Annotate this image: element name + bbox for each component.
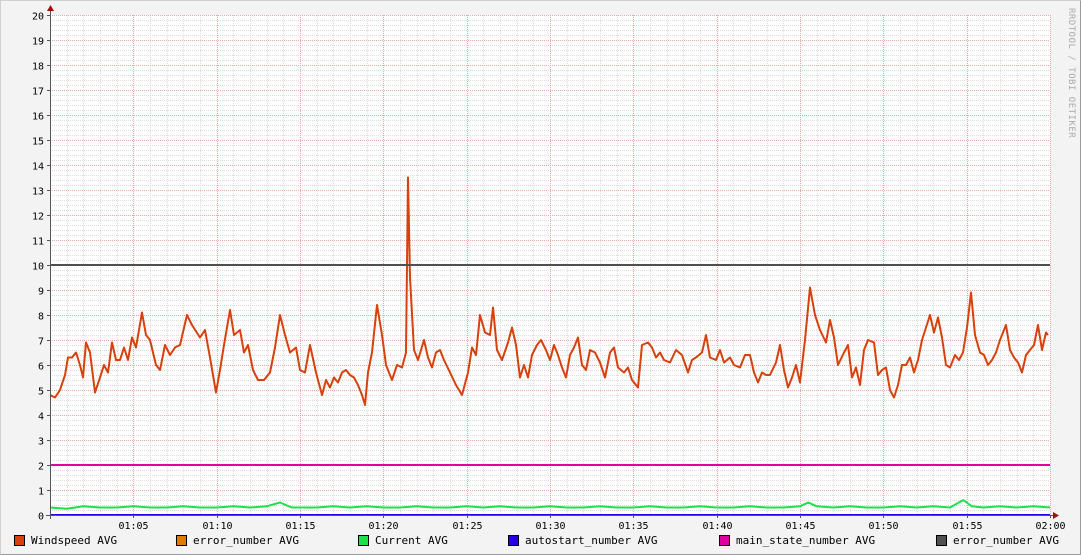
y-tick-label: 14 [32,162,44,173]
legend-label: Current AVG [375,534,448,547]
x-tick-label: 01:30 [535,521,565,532]
x-tick-label: 01:20 [368,521,398,532]
y-tick-label: 13 [32,187,44,198]
x-tick-label: 01:10 [202,521,232,532]
y-tick-label: 16 [32,112,44,123]
y-tick-label: 10 [32,262,44,273]
legend-swatch [719,535,730,546]
x-tick-label: 01:55 [952,521,982,532]
rrd-chart: 0123456789101112131415161718192001:05 01:… [32,5,1066,532]
y-tick-label: 11 [32,237,44,248]
legend-item: error_number AVG [176,534,299,547]
y-tick-label: 8 [38,312,44,323]
y-axis-arrow-icon [47,5,54,11]
legend-swatch [508,535,519,546]
y-tick-label: 15 [32,137,44,148]
y-tick-label: 6 [38,362,44,373]
x-tick-label: 02:00 [1035,521,1065,532]
y-tick-label: 9 [38,287,44,298]
legend-label: Windspeed AVG [31,534,118,547]
legend-label: error_number AVG [953,534,1059,547]
x-axis-arrow-icon [1053,512,1059,519]
x-tick-label: 01:05 [118,521,148,532]
x-tick-label: 01:15 [285,521,315,532]
legend-item: main_state_number AVG [719,534,875,547]
legend-swatch [936,535,947,546]
y-tick-label: 5 [38,387,44,398]
x-tick-label: 01:25 [452,521,482,532]
y-tick-label: 20 [32,12,44,23]
x-tick-label: 01:35 [618,521,648,532]
y-tick-label: 18 [32,62,44,73]
legend-swatch [358,535,369,546]
legend-item: error_number AVG [936,534,1059,547]
y-tick-label: 19 [32,37,44,48]
y-tick-label: 7 [38,337,44,348]
y-tick-label: 2 [38,462,44,473]
x-tick-label: 01:45 [785,521,815,532]
y-tick-label: 17 [32,87,44,98]
legend-item: Current AVG [358,534,448,547]
y-tick-label: 4 [38,412,44,423]
x-tick-label: 01:50 [868,521,898,532]
y-tick-label: 12 [32,212,44,223]
legend-item: Windspeed AVG [14,534,117,547]
legend: Windspeed AVG error_number AVG Current AVG… [14,534,1081,548]
rrdtool-watermark: RRDTOOL / TOBI OETIKER [1066,8,1076,139]
legend-swatch [14,535,25,546]
legend-label: main_state_number AVG [736,534,876,547]
legend-item: autostart_number AVG [508,534,657,547]
legend-label: autostart_number AVG [525,534,658,547]
y-tick-label: 3 [38,437,44,448]
legend-swatch [176,535,187,546]
legend-label: error_number AVG [193,534,299,547]
y-tick-label: 0 [38,512,44,523]
y-tick-label: 1 [38,487,44,498]
x-tick-label: 01:40 [702,521,732,532]
